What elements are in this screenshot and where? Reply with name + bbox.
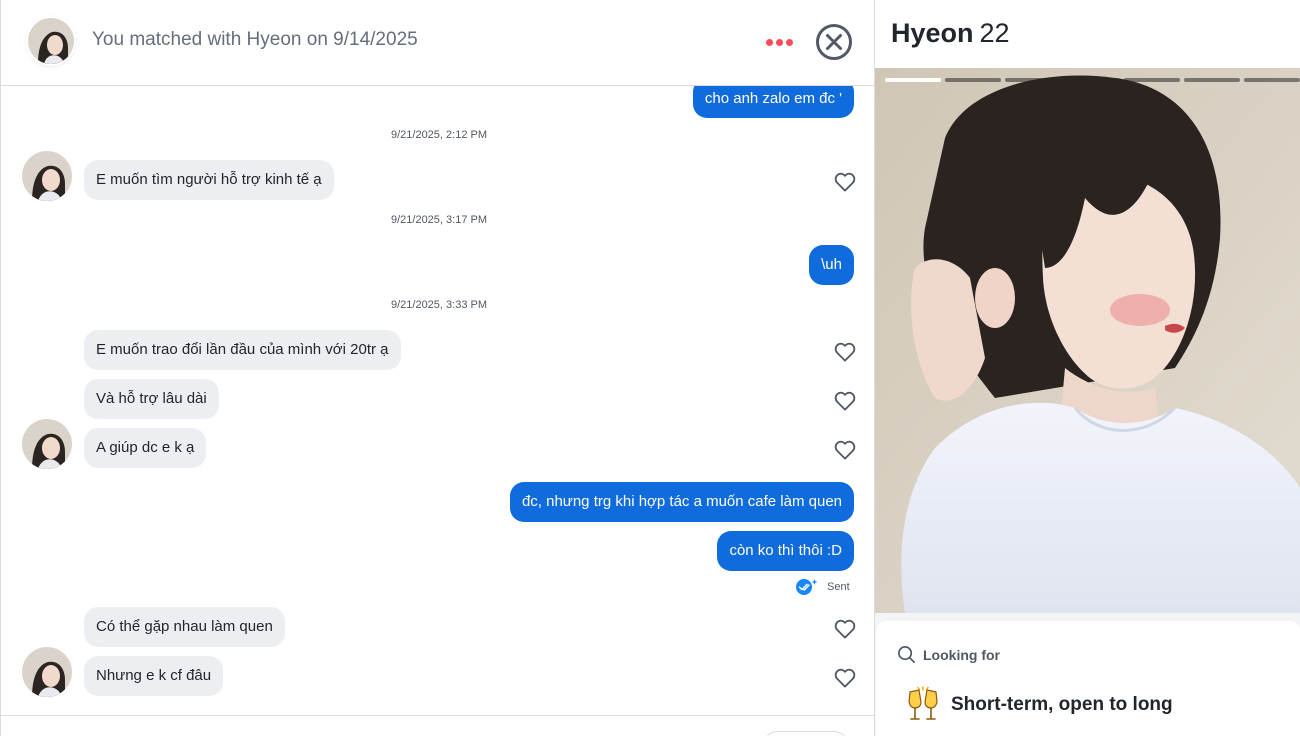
message-incoming[interactable]: A giúp dc e k ạ (84, 428, 207, 468)
photo-indicator[interactable] (1244, 78, 1300, 82)
photo-indicator[interactable] (1184, 78, 1241, 82)
match-avatar[interactable] (28, 18, 74, 64)
message-list[interactable]: cho anh zalo em đc ' 9/21/2025, 2:12 PM … (1, 78, 874, 715)
message-outgoing[interactable]: còn ko thì thôi :D (717, 531, 854, 571)
search-icon (898, 646, 915, 663)
sent-status: Sent (795, 578, 850, 596)
profile-name: Hyeon 22 (891, 18, 1010, 49)
message-timestamp: 9/21/2025, 3:33 PM (390, 299, 487, 311)
heart-icon[interactable] (834, 668, 856, 688)
double-check-icon (796, 579, 818, 595)
photo-indicator[interactable] (944, 78, 1001, 82)
clinking-glasses-icon (908, 686, 938, 720)
sender-avatar[interactable] (22, 151, 72, 201)
heart-icon[interactable] (834, 172, 856, 192)
composer-divider (1, 715, 874, 716)
message-timestamp: 9/21/2025, 2:12 PM (390, 129, 487, 141)
message-timestamp: 9/21/2025, 3:17 PM (390, 214, 487, 226)
photo-progress-bars (885, 78, 1300, 82)
heart-icon[interactable] (834, 342, 856, 362)
heart-icon[interactable] (834, 619, 856, 639)
profile-photo-image (875, 68, 1300, 613)
message-incoming[interactable]: Có thể gặp nhau làm quen (84, 607, 285, 647)
profile-header: Hyeon 22 (875, 0, 1300, 68)
sender-avatar[interactable] (22, 419, 72, 469)
heart-icon[interactable] (834, 440, 856, 460)
message-incoming[interactable]: E muốn tìm người hỗ trợ kinh tế ạ (84, 160, 334, 200)
more-dots-icon (765, 38, 773, 46)
heart-icon[interactable] (834, 391, 856, 411)
chat-header: You matched with Hyeon on 9/14/2025 (1, 0, 874, 86)
message-incoming[interactable]: E muốn trao đổi lần đầu của mình với 20t… (84, 330, 401, 370)
looking-for-value: Short-term, open to long (951, 694, 1173, 715)
chat-pane: You matched with Hyeon on 9/14/2025 cho … (0, 0, 875, 736)
profile-age: 22 (979, 18, 1010, 48)
more-options-button[interactable] (761, 32, 797, 52)
send-button[interactable] (763, 731, 849, 736)
photo-indicator[interactable] (1064, 78, 1121, 82)
photo-indicator[interactable] (1124, 78, 1181, 82)
photo-indicator[interactable] (1004, 78, 1061, 82)
profile-photo[interactable] (875, 68, 1300, 613)
message-outgoing[interactable]: đc, nhưng trg khi hợp tác a muốn cafe là… (509, 482, 854, 522)
message-outgoing[interactable]: \uh (809, 245, 854, 285)
profile-name-text: Hyeon (891, 18, 974, 48)
message-incoming[interactable]: Nhưng e k cf đâu (84, 656, 224, 696)
photo-indicator[interactable] (885, 78, 941, 82)
sent-label: Sent (827, 581, 850, 593)
sender-avatar[interactable] (22, 647, 72, 697)
close-icon[interactable] (815, 23, 853, 61)
match-date-title: You matched with Hyeon on 9/14/2025 (92, 29, 418, 50)
profile-pane: Hyeon 22 Looking for Short-term, open to… (875, 0, 1300, 736)
message-incoming[interactable]: Và hỗ trợ lâu dài (84, 379, 219, 419)
looking-for-label: Looking for (923, 647, 1000, 663)
